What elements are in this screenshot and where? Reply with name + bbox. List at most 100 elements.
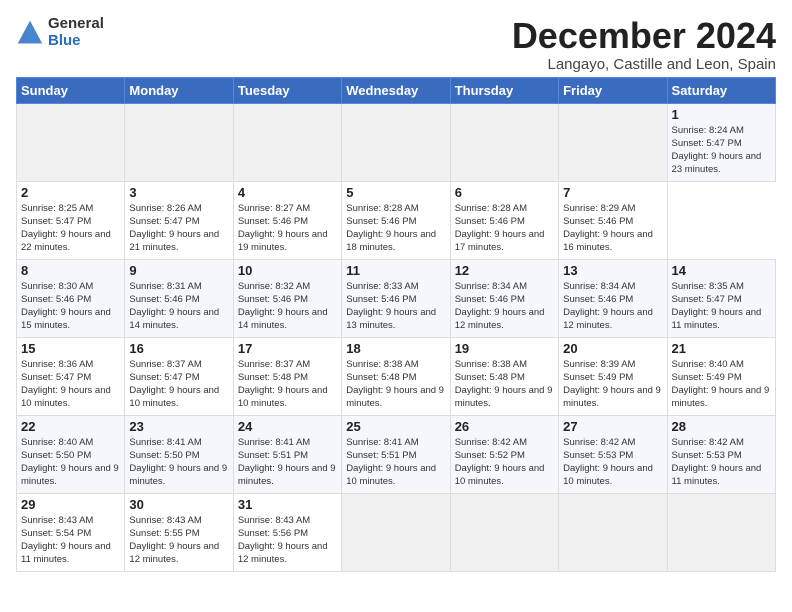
logo-icon xyxy=(16,19,44,47)
cell-info: Sunrise: 8:39 AMSunset: 5:49 PMDaylight:… xyxy=(563,359,661,410)
empty-cell xyxy=(233,103,341,181)
day-number: 29 xyxy=(21,497,120,512)
day-cell-5: 5 Sunrise: 8:28 AMSunset: 5:46 PMDaylight… xyxy=(342,181,450,259)
day-number: 11 xyxy=(346,263,445,278)
logo-general: General xyxy=(48,16,104,33)
logo: General Blue xyxy=(16,16,104,49)
day-number: 8 xyxy=(21,263,120,278)
cell-info: Sunrise: 8:34 AMSunset: 5:46 PMDaylight:… xyxy=(455,281,545,332)
empty-cell xyxy=(450,493,558,571)
empty-cell xyxy=(450,103,558,181)
day-cell-3: 3 Sunrise: 8:26 AMSunset: 5:47 PMDaylight… xyxy=(125,181,233,259)
cell-info: Sunrise: 8:38 AMSunset: 5:48 PMDaylight:… xyxy=(346,359,444,410)
cell-info: Sunrise: 8:26 AMSunset: 5:47 PMDaylight:… xyxy=(129,203,219,254)
cell-info: Sunrise: 8:41 AMSunset: 5:51 PMDaylight:… xyxy=(346,437,436,488)
day-cell-9: 9Sunrise: 8:31 AMSunset: 5:46 PMDaylight… xyxy=(125,259,233,337)
cell-info: Sunrise: 8:33 AMSunset: 5:46 PMDaylight:… xyxy=(346,281,436,332)
cell-info: Sunrise: 8:43 AMSunset: 5:54 PMDaylight:… xyxy=(21,515,111,566)
day-cell-1: 1 Sunrise: 8:24 AMSunset: 5:47 PMDaylight… xyxy=(667,103,775,181)
cell-info: Sunrise: 8:27 AMSunset: 5:46 PMDaylight:… xyxy=(238,203,328,254)
day-number: 5 xyxy=(346,185,445,200)
day-cell-2: 2Sunrise: 8:25 AMSunset: 5:47 PMDaylight… xyxy=(17,181,125,259)
day-number: 22 xyxy=(21,419,120,434)
cell-info: Sunrise: 8:37 AMSunset: 5:47 PMDaylight:… xyxy=(129,359,219,410)
day-number: 1 xyxy=(672,107,771,122)
day-cell-21: 21Sunrise: 8:40 AMSunset: 5:49 PMDayligh… xyxy=(667,337,775,415)
cell-info: Sunrise: 8:32 AMSunset: 5:46 PMDaylight:… xyxy=(238,281,328,332)
day-number: 14 xyxy=(672,263,771,278)
day-cell-11: 11 Sunrise: 8:33 AMSunset: 5:46 PMDayligh… xyxy=(342,259,450,337)
empty-cell xyxy=(342,493,450,571)
cell-info: Sunrise: 8:28 AMSunset: 5:46 PMDaylight:… xyxy=(455,203,545,254)
day-cell-16: 16 Sunrise: 8:37 AMSunset: 5:47 PMDayligh… xyxy=(125,337,233,415)
day-cell-24: 24 Sunrise: 8:41 AMSunset: 5:51 PMDayligh… xyxy=(233,415,341,493)
day-number: 16 xyxy=(129,341,228,356)
empty-cell xyxy=(559,103,667,181)
day-cell-8: 8 Sunrise: 8:30 AMSunset: 5:46 PMDaylight… xyxy=(17,259,125,337)
empty-cell xyxy=(17,103,125,181)
calendar-week-1: 1 Sunrise: 8:24 AMSunset: 5:47 PMDaylight… xyxy=(17,103,776,181)
calendar-week-3: 8 Sunrise: 8:30 AMSunset: 5:46 PMDaylight… xyxy=(17,259,776,337)
day-number: 7 xyxy=(563,185,662,200)
day-cell-20: 20 Sunrise: 8:39 AMSunset: 5:49 PMDayligh… xyxy=(559,337,667,415)
day-number: 10 xyxy=(238,263,337,278)
cell-info: Sunrise: 8:29 AMSunset: 5:46 PMDaylight:… xyxy=(563,203,653,254)
cell-info: Sunrise: 8:41 AMSunset: 5:51 PMDaylight:… xyxy=(238,437,336,488)
cell-info: Sunrise: 8:41 AMSunset: 5:50 PMDaylight:… xyxy=(129,437,227,488)
day-number: 26 xyxy=(455,419,554,434)
day-number: 23 xyxy=(129,419,228,434)
cell-info: Sunrise: 8:34 AMSunset: 5:46 PMDaylight:… xyxy=(563,281,653,332)
day-cell-23: 23 Sunrise: 8:41 AMSunset: 5:50 PMDayligh… xyxy=(125,415,233,493)
day-cell-13: 13 Sunrise: 8:34 AMSunset: 5:46 PMDayligh… xyxy=(559,259,667,337)
day-number: 25 xyxy=(346,419,445,434)
day-header-friday: Friday xyxy=(559,77,667,103)
cell-info: Sunrise: 8:37 AMSunset: 5:48 PMDaylight:… xyxy=(238,359,328,410)
day-cell-15: 15Sunrise: 8:36 AMSunset: 5:47 PMDayligh… xyxy=(17,337,125,415)
cell-info: Sunrise: 8:25 AMSunset: 5:47 PMDaylight:… xyxy=(21,203,111,254)
day-cell-10: 10 Sunrise: 8:32 AMSunset: 5:46 PMDayligh… xyxy=(233,259,341,337)
day-number: 9 xyxy=(129,263,228,278)
day-number: 4 xyxy=(238,185,337,200)
day-cell-26: 26 Sunrise: 8:42 AMSunset: 5:52 PMDayligh… xyxy=(450,415,558,493)
empty-cell xyxy=(559,493,667,571)
day-header-saturday: Saturday xyxy=(667,77,775,103)
calendar-week-5: 22Sunrise: 8:40 AMSunset: 5:50 PMDayligh… xyxy=(17,415,776,493)
logo-text: General Blue xyxy=(48,16,104,49)
day-number: 20 xyxy=(563,341,662,356)
cell-info: Sunrise: 8:40 AMSunset: 5:49 PMDaylight:… xyxy=(672,359,770,410)
calendar-body: 1 Sunrise: 8:24 AMSunset: 5:47 PMDaylight… xyxy=(17,103,776,571)
day-cell-29: 29 Sunrise: 8:43 AMSunset: 5:54 PMDayligh… xyxy=(17,493,125,571)
day-number: 17 xyxy=(238,341,337,356)
title-area: December 2024 Langayo, Castille and Leon… xyxy=(512,16,776,73)
day-number: 19 xyxy=(455,341,554,356)
day-cell-17: 17 Sunrise: 8:37 AMSunset: 5:48 PMDayligh… xyxy=(233,337,341,415)
cell-info: Sunrise: 8:42 AMSunset: 5:53 PMDaylight:… xyxy=(672,437,762,488)
day-number: 18 xyxy=(346,341,445,356)
cell-info: Sunrise: 8:42 AMSunset: 5:52 PMDaylight:… xyxy=(455,437,545,488)
cell-info: Sunrise: 8:42 AMSunset: 5:53 PMDaylight:… xyxy=(563,437,653,488)
day-number: 3 xyxy=(129,185,228,200)
day-cell-25: 25 Sunrise: 8:41 AMSunset: 5:51 PMDayligh… xyxy=(342,415,450,493)
day-number: 24 xyxy=(238,419,337,434)
day-cell-18: 18 Sunrise: 8:38 AMSunset: 5:48 PMDayligh… xyxy=(342,337,450,415)
day-number: 28 xyxy=(672,419,771,434)
day-cell-30: 30Sunrise: 8:43 AMSunset: 5:55 PMDayligh… xyxy=(125,493,233,571)
day-number: 27 xyxy=(563,419,662,434)
day-number: 31 xyxy=(238,497,337,512)
day-number: 15 xyxy=(21,341,120,356)
day-header-thursday: Thursday xyxy=(450,77,558,103)
day-cell-12: 12 Sunrise: 8:34 AMSunset: 5:46 PMDayligh… xyxy=(450,259,558,337)
cell-info: Sunrise: 8:28 AMSunset: 5:46 PMDaylight:… xyxy=(346,203,436,254)
cell-info: Sunrise: 8:38 AMSunset: 5:48 PMDaylight:… xyxy=(455,359,553,410)
header: General Blue December 2024 Langayo, Cast… xyxy=(16,16,776,73)
day-cell-27: 27 Sunrise: 8:42 AMSunset: 5:53 PMDayligh… xyxy=(559,415,667,493)
empty-cell xyxy=(342,103,450,181)
day-number: 13 xyxy=(563,263,662,278)
cell-info: Sunrise: 8:30 AMSunset: 5:46 PMDaylight:… xyxy=(21,281,111,332)
day-number: 12 xyxy=(455,263,554,278)
logo-blue: Blue xyxy=(48,33,104,50)
day-header-tuesday: Tuesday xyxy=(233,77,341,103)
cell-info: Sunrise: 8:24 AMSunset: 5:47 PMDaylight:… xyxy=(672,125,762,176)
day-number: 6 xyxy=(455,185,554,200)
calendar-header-row: SundayMondayTuesdayWednesdayThursdayFrid… xyxy=(17,77,776,103)
